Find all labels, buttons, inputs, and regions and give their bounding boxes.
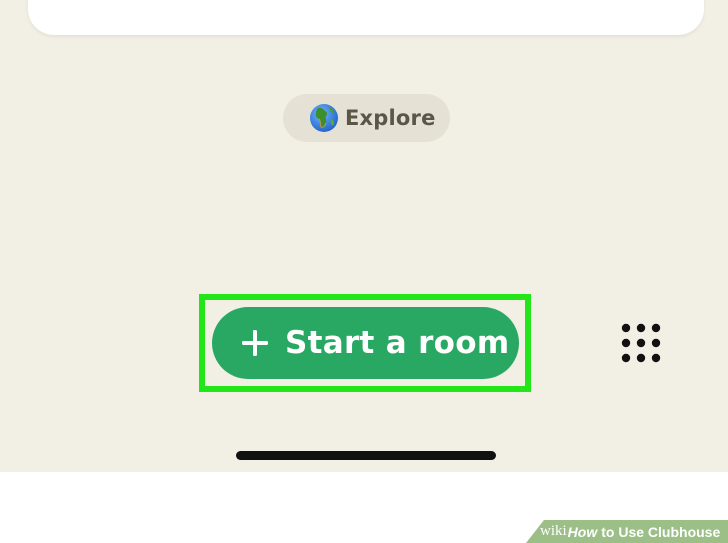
home-indicator[interactable] [236, 451, 496, 460]
watermark-title: to Use Clubhouse [601, 523, 721, 540]
plus-icon [242, 330, 268, 356]
room-card[interactable] [28, 0, 704, 35]
explore-button[interactable]: Explore [283, 94, 450, 142]
watermark-how: How [567, 523, 598, 540]
app-screen: Explore Start a room [0, 0, 728, 472]
explore-label: Explore [345, 106, 436, 130]
globe-icon [310, 104, 338, 132]
start-room-label: Start a room [285, 325, 510, 361]
watermark-wiki: wiki [540, 523, 567, 539]
start-room-button[interactable]: Start a room [212, 307, 519, 379]
watermark: wiki How to Use Clubhouse [526, 520, 728, 543]
grid-dots-icon[interactable] [619, 322, 663, 364]
